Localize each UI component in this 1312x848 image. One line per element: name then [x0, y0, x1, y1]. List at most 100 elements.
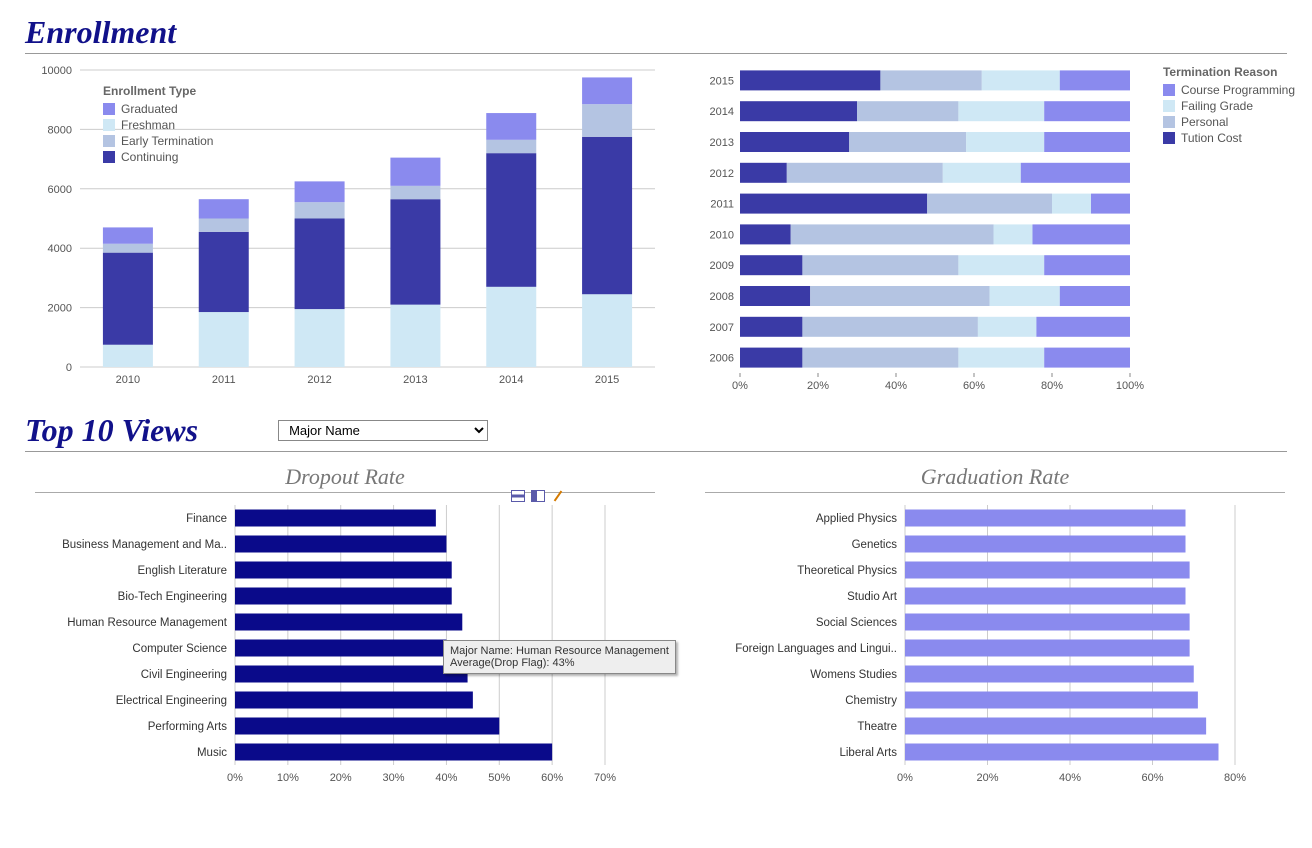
termination-bar-segment[interactable]	[1033, 224, 1131, 244]
termination-bar-segment[interactable]	[966, 132, 1044, 152]
termination-bar-segment[interactable]	[740, 255, 802, 275]
termination-bar-segment[interactable]	[810, 286, 989, 306]
termination-bar-segment[interactable]	[958, 348, 1044, 368]
termination-bar-segment[interactable]	[1044, 348, 1130, 368]
legend-item[interactable]: Continuing	[103, 150, 213, 164]
termination-bar-segment[interactable]	[802, 317, 978, 337]
top10-bar[interactable]	[905, 562, 1190, 579]
top10-bar[interactable]	[905, 744, 1219, 761]
termination-bar-segment[interactable]	[857, 101, 958, 121]
legend-item[interactable]: Failing Grade	[1163, 99, 1295, 113]
major-name-dropdown[interactable]: Major Name	[278, 420, 488, 441]
enrollment-bar-segment[interactable]	[295, 219, 345, 310]
top10-bar[interactable]	[905, 666, 1194, 683]
top10-bar[interactable]	[235, 640, 446, 657]
termination-bar-segment[interactable]	[994, 224, 1033, 244]
top10-bar[interactable]	[235, 666, 468, 683]
enrollment-bar-segment[interactable]	[199, 232, 249, 312]
termination-bar-segment[interactable]	[802, 348, 958, 368]
svg-text:2013: 2013	[710, 137, 734, 149]
layout-icon[interactable]	[531, 490, 545, 502]
top10-bar[interactable]	[905, 640, 1190, 657]
termination-bar-segment[interactable]	[958, 101, 1044, 121]
section-enrollment-title: Enrollment	[25, 14, 1287, 54]
termination-bar-segment[interactable]	[740, 317, 802, 337]
termination-bar-segment[interactable]	[958, 255, 1044, 275]
legend-item[interactable]: Early Termination	[103, 134, 213, 148]
edit-icon[interactable]	[551, 490, 565, 502]
legend-item[interactable]: Tution Cost	[1163, 131, 1295, 145]
termination-bar-segment[interactable]	[978, 317, 1037, 337]
top10-bar[interactable]	[235, 614, 462, 631]
enrollment-bar-segment[interactable]	[486, 140, 536, 153]
termination-bar-segment[interactable]	[880, 70, 981, 90]
top10-bar[interactable]	[235, 510, 436, 527]
termination-bar-segment[interactable]	[1091, 194, 1130, 214]
top10-bar[interactable]	[235, 536, 446, 553]
termination-bar-segment[interactable]	[1052, 194, 1091, 214]
termination-bar-segment[interactable]	[1060, 70, 1130, 90]
enrollment-bar-segment[interactable]	[295, 181, 345, 202]
termination-bar-segment[interactable]	[990, 286, 1060, 306]
top10-bar[interactable]	[235, 562, 452, 579]
top10-bar[interactable]	[905, 614, 1190, 631]
enrollment-bar-segment[interactable]	[582, 294, 632, 367]
enrollment-bar-segment[interactable]	[199, 219, 249, 232]
enrollment-bar-segment[interactable]	[199, 199, 249, 218]
legend-item[interactable]: Course Programming	[1163, 83, 1295, 97]
termination-bar-segment[interactable]	[943, 163, 1021, 183]
top10-bar[interactable]	[905, 718, 1206, 735]
termination-bar-segment[interactable]	[1044, 132, 1130, 152]
termination-bar-segment[interactable]	[1036, 317, 1130, 337]
legend-item[interactable]: Graduated	[103, 102, 213, 116]
top10-bar[interactable]	[905, 510, 1186, 527]
enrollment-bar-segment[interactable]	[582, 104, 632, 137]
top10-bar[interactable]	[235, 588, 452, 605]
termination-bar-segment[interactable]	[740, 224, 791, 244]
enrollment-bar-segment[interactable]	[486, 153, 536, 287]
top10-bar[interactable]	[235, 692, 473, 709]
top10-bar[interactable]	[905, 536, 1186, 553]
enrollment-bar-segment[interactable]	[103, 227, 153, 243]
svg-text:Music: Music	[197, 747, 227, 759]
enrollment-bar-segment[interactable]	[390, 158, 440, 186]
termination-bar-segment[interactable]	[787, 163, 943, 183]
termination-bar-segment[interactable]	[740, 132, 849, 152]
termination-bar-segment[interactable]	[740, 163, 787, 183]
enrollment-bar-segment[interactable]	[295, 309, 345, 367]
termination-bar-segment[interactable]	[1044, 255, 1130, 275]
termination-bar-segment[interactable]	[740, 70, 880, 90]
termination-bar-segment[interactable]	[927, 194, 1052, 214]
enrollment-bar-segment[interactable]	[390, 199, 440, 304]
enrollment-bar-segment[interactable]	[390, 186, 440, 199]
top10-bar[interactable]	[235, 744, 552, 761]
termination-bar-segment[interactable]	[1021, 163, 1130, 183]
enrollment-bar-segment[interactable]	[199, 312, 249, 367]
termination-bar-segment[interactable]	[740, 101, 857, 121]
enrollment-bar-segment[interactable]	[486, 113, 536, 140]
top10-bar[interactable]	[235, 718, 499, 735]
enrollment-bar-segment[interactable]	[295, 202, 345, 218]
termination-bar-segment[interactable]	[740, 348, 802, 368]
enrollment-bar-segment[interactable]	[582, 137, 632, 294]
termination-bar-segment[interactable]	[982, 70, 1060, 90]
top10-bar[interactable]	[905, 692, 1198, 709]
enrollment-bar-segment[interactable]	[390, 305, 440, 367]
termination-bar-segment[interactable]	[740, 194, 927, 214]
termination-bar-segment[interactable]	[1060, 286, 1130, 306]
termination-bar-segment[interactable]	[1044, 101, 1130, 121]
table-icon[interactable]	[511, 490, 525, 502]
termination-bar-segment[interactable]	[740, 286, 810, 306]
termination-bar-segment[interactable]	[849, 132, 966, 152]
enrollment-bar-segment[interactable]	[103, 253, 153, 345]
enrollment-bar-segment[interactable]	[582, 77, 632, 104]
enrollment-bar-segment[interactable]	[103, 244, 153, 253]
legend-item[interactable]: Freshman	[103, 118, 213, 132]
termination-bar-segment[interactable]	[791, 224, 994, 244]
top10-bar[interactable]	[905, 588, 1186, 605]
svg-text:2012: 2012	[307, 374, 331, 386]
enrollment-bar-segment[interactable]	[103, 345, 153, 367]
enrollment-bar-segment[interactable]	[486, 287, 536, 367]
termination-bar-segment[interactable]	[802, 255, 958, 275]
legend-item[interactable]: Personal	[1163, 115, 1295, 129]
